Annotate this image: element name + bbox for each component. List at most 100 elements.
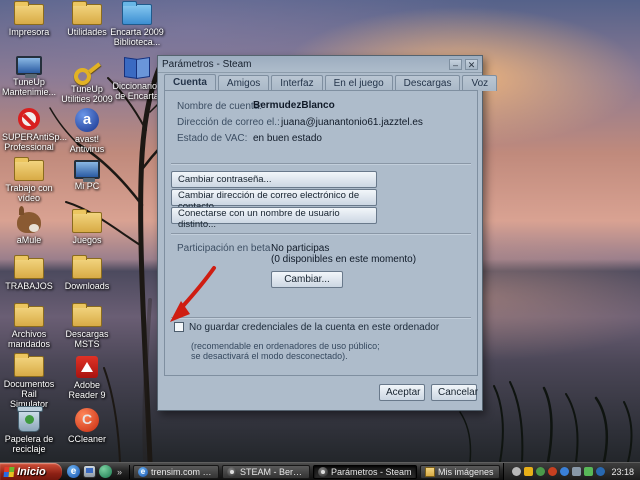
- icon-label: CCleaner: [60, 434, 114, 444]
- tray-update-icon[interactable]: [584, 467, 593, 476]
- folder-icon: [72, 258, 102, 279]
- dialog-titlebar[interactable]: Parámetros - Steam – ✕: [158, 56, 482, 73]
- desktop-icon-diccionarios-encarta[interactable]: Diccionarios de Encarta: [110, 56, 164, 101]
- show-desktop-icon[interactable]: [83, 465, 96, 478]
- books-icon: [123, 56, 151, 79]
- tab-amigos[interactable]: Amigos: [218, 75, 269, 91]
- tray-shield-icon[interactable]: [524, 467, 533, 476]
- taskbar-window-label: STEAM - Bermudez...: [240, 467, 305, 477]
- desktop-icon-adobe-reader[interactable]: Adobe Reader 9: [60, 356, 114, 400]
- desktop: Impresora Utilidades Encarta 2009 Biblio…: [0, 0, 640, 480]
- tab-interfaz[interactable]: Interfaz: [271, 75, 322, 91]
- tab-voz[interactable]: Voz: [462, 75, 497, 91]
- tray-network-icon[interactable]: [596, 467, 605, 476]
- desktop-icon-ccleaner[interactable]: CCleaner: [60, 408, 114, 444]
- quick-launch-overflow-icon[interactable]: »: [115, 467, 124, 477]
- folder-icon: [14, 160, 44, 181]
- desktop-icon-papelera[interactable]: Papelera de reciclaje: [2, 408, 56, 454]
- monitor-icon: [16, 56, 42, 75]
- minimize-icon[interactable]: –: [449, 59, 462, 70]
- desktop-icon-archivos-mandados[interactable]: Archivos mandados: [2, 306, 56, 349]
- icon-label: Adobe Reader 9: [60, 380, 114, 400]
- no-entry-icon: [18, 108, 40, 130]
- quick-launch: e »: [62, 465, 130, 479]
- internet-explorer-icon[interactable]: e: [67, 465, 80, 478]
- folder-icon: [14, 4, 44, 25]
- folder-icon: [14, 306, 44, 327]
- change-email-button[interactable]: Cambiar dirección de correo electrónico …: [171, 189, 377, 206]
- divider: [171, 233, 471, 235]
- tab-en-el-juego[interactable]: En el juego: [325, 75, 393, 91]
- windows-flag-icon: [3, 467, 14, 477]
- taskbar-window-steam-settings[interactable]: Parámetros - Steam: [313, 465, 417, 479]
- icon-label: TRABAJOS: [2, 281, 56, 291]
- tray-icon[interactable]: [536, 467, 545, 476]
- tray-display-icon[interactable]: [572, 467, 581, 476]
- desktop-icon-tuneup-utilities[interactable]: TuneUp Utilities 2009: [60, 56, 114, 104]
- tray-icon[interactable]: [512, 467, 521, 476]
- change-password-button[interactable]: Cambiar contraseña...: [171, 171, 377, 188]
- blue-folder-icon: [122, 4, 152, 25]
- avast-icon: [75, 108, 99, 132]
- icon-label: Juegos: [60, 235, 114, 245]
- icon-label: SUPERAntiSp... Professional: [2, 132, 56, 152]
- icon-label: Trabajo con vídeo: [2, 183, 56, 203]
- icon-label: Utilidades: [60, 27, 114, 37]
- internet-explorer-icon: e: [138, 467, 148, 477]
- icon-label: TuneUp Utilities 2009: [60, 84, 114, 104]
- taskbar-window-label: Parámetros - Steam: [331, 467, 412, 477]
- credentials-note-line1: (recomendable en ordenadores de uso públ…: [191, 341, 380, 351]
- taskbar-window-trensim[interactable]: e trensim.com - Ver T...: [133, 465, 219, 479]
- recycle-bin-icon: [18, 408, 40, 432]
- tray-clock[interactable]: 23:18: [611, 467, 634, 477]
- desktop-icon-mi-pc[interactable]: Mi PC: [60, 160, 114, 191]
- taskbar: Inicio e » e trensim.com - Ver T... STEA…: [0, 462, 640, 480]
- desktop-icon-tuneup-mantenimiento[interactable]: TuneUp Mantenimie...: [2, 56, 56, 97]
- desktop-icon-superantispyware[interactable]: SUPERAntiSp... Professional: [2, 108, 56, 152]
- taskbar-window-mis-imagenes[interactable]: Mis imágenes: [420, 465, 500, 479]
- desktop-icon-trabajo-video[interactable]: Trabajo con vídeo: [2, 160, 56, 203]
- icon-label: Archivos mandados: [2, 329, 56, 349]
- desktop-icon-documentos-rail-simulator[interactable]: Documentos Rail Simulator: [2, 356, 56, 409]
- icon-label: Mi PC: [60, 181, 114, 191]
- desktop-icon-amule[interactable]: aMule: [2, 212, 56, 245]
- icon-label: TuneUp Mantenimie...: [2, 77, 56, 97]
- no-save-credentials-label: No guardar credenciales de la cuenta en …: [189, 322, 439, 333]
- desktop-icon-trabajos[interactable]: TRABAJOS: [2, 258, 56, 291]
- desktop-icon-impresora[interactable]: Impresora: [2, 4, 56, 37]
- desktop-icon-avast[interactable]: avast! Antivirus: [60, 108, 114, 154]
- icon-label: Downloads: [60, 281, 114, 291]
- start-button[interactable]: Inicio: [0, 463, 62, 480]
- dialog-title: Parámetros - Steam: [162, 59, 446, 70]
- folder-icon: [14, 356, 44, 377]
- desktop-icon-downloads[interactable]: Downloads: [60, 258, 114, 291]
- tray-avast-icon[interactable]: [548, 467, 557, 476]
- folder-icon: [425, 467, 435, 477]
- desktop-icon-utilidades[interactable]: Utilidades: [60, 4, 114, 37]
- settings-tabs: Cuenta Amigos Interfaz En el juego Desca…: [164, 75, 497, 91]
- steam-icon: [318, 467, 328, 477]
- media-player-icon[interactable]: [99, 465, 112, 478]
- tab-cuenta[interactable]: Cuenta: [164, 74, 216, 91]
- icon-label: Diccionarios de Encarta: [110, 81, 164, 101]
- tray-clock-sync-icon[interactable]: [560, 467, 569, 476]
- cancel-button[interactable]: Cancelar: [431, 384, 477, 401]
- desktop-icon-descargas-msts[interactable]: Descargas MSTS: [60, 306, 114, 349]
- icon-label: Descargas MSTS: [60, 329, 114, 349]
- icon-label: Encarta 2009 Biblioteca...: [110, 27, 164, 47]
- start-label: Inicio: [17, 466, 46, 478]
- icon-label: Impresora: [2, 27, 56, 37]
- adobe-reader-icon: [76, 356, 98, 378]
- ok-button[interactable]: Aceptar: [379, 384, 425, 401]
- close-icon[interactable]: ✕: [465, 59, 478, 70]
- beta-change-button[interactable]: Cambiar...: [271, 271, 343, 288]
- desktop-icon-juegos[interactable]: Juegos: [60, 212, 114, 245]
- beta-label: Participación en beta: [177, 243, 270, 254]
- taskbar-window-steam-main[interactable]: STEAM - Bermudez...: [222, 465, 310, 479]
- no-save-credentials-checkbox[interactable]: [174, 322, 184, 332]
- login-different-user-button[interactable]: Conectarse con un nombre de usuario dist…: [171, 207, 377, 224]
- tab-descargas[interactable]: Descargas: [395, 75, 461, 91]
- divider: [171, 317, 471, 319]
- desktop-icon-encarta-biblioteca[interactable]: Encarta 2009 Biblioteca...: [110, 4, 164, 47]
- beta-status: No participas: [271, 243, 329, 254]
